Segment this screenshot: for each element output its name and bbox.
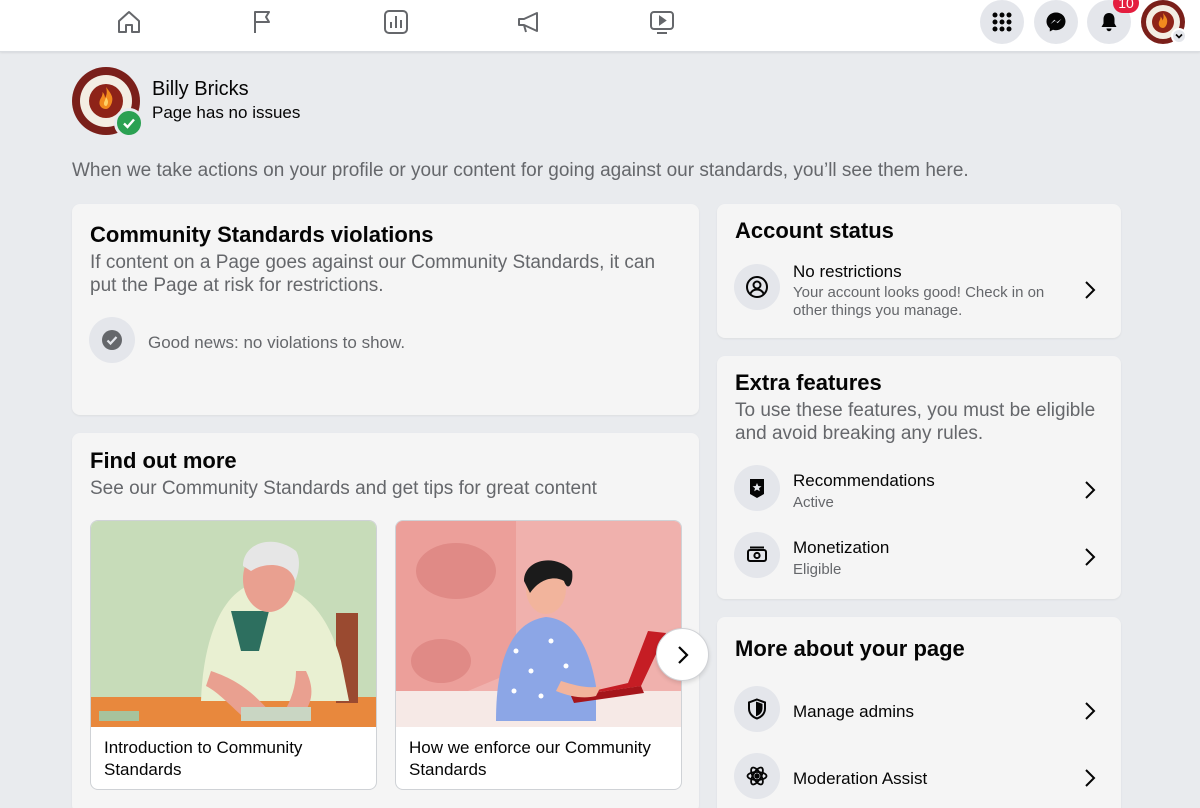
article-label-intro: Introduction to Community Standards bbox=[104, 737, 364, 781]
notifications-bell-icon[interactable]: 10 bbox=[1087, 0, 1139, 44]
article-card-enforce-standards[interactable]: How we enforce our Community Standards bbox=[395, 520, 682, 790]
chevron-down-icon bbox=[1171, 28, 1187, 44]
extra-features-title: Extra features bbox=[735, 370, 882, 395]
home-icon[interactable] bbox=[109, 6, 149, 38]
carousel-next-button[interactable] bbox=[656, 628, 709, 681]
recommendations-title[interactable]: Recommendations bbox=[793, 471, 935, 491]
no-restrictions-title[interactable]: No restrictions bbox=[793, 262, 902, 282]
page-status: Page has no issues bbox=[152, 103, 301, 122]
extra-features-description-line2: and avoid breaking any rules. bbox=[735, 423, 984, 444]
account-status-title: Account status bbox=[735, 218, 894, 243]
account-status-card: Account status No restrictions Your acco… bbox=[717, 204, 1121, 338]
no-restrictions-sub-line1: Your account looks good! Check in on bbox=[793, 284, 1045, 301]
article-label-intro-line1: Introduction to Community bbox=[104, 738, 303, 757]
extra-features-card: Extra features To use these features, yo… bbox=[717, 356, 1121, 599]
chevron-right-icon[interactable] bbox=[1080, 478, 1100, 502]
top-navigation-bar: 10 bbox=[0, 0, 1200, 52]
article-label-intro-line2: Standards bbox=[104, 760, 182, 779]
find-out-more-title: Find out more bbox=[90, 448, 237, 473]
more-about-page-title: More about your page bbox=[735, 636, 965, 661]
user-circle-icon bbox=[734, 264, 780, 310]
monetization-title[interactable]: Monetization bbox=[793, 538, 889, 558]
video-icon[interactable] bbox=[642, 6, 682, 38]
chevron-right-icon[interactable] bbox=[1080, 699, 1100, 723]
account-avatar[interactable] bbox=[1141, 0, 1187, 44]
menu-grid-icon[interactable] bbox=[980, 0, 1024, 44]
flag-icon[interactable] bbox=[242, 6, 282, 38]
moderation-assist-atom-icon bbox=[734, 753, 780, 799]
monetization-cash-icon bbox=[734, 532, 780, 578]
page-name: Billy Bricks bbox=[152, 78, 249, 100]
chevron-right-icon[interactable] bbox=[1080, 766, 1100, 790]
woman-laptop-illustration bbox=[396, 521, 681, 727]
violations-description-line2: put the Page at risk for restrictions. bbox=[90, 275, 384, 296]
manage-admins-title[interactable]: Manage admins bbox=[793, 702, 914, 722]
article-label-enforce-line2: Standards bbox=[409, 760, 487, 779]
no-restrictions-sub-line2: other things you manage. bbox=[793, 302, 963, 319]
chevron-right-icon[interactable] bbox=[1080, 278, 1100, 302]
more-about-page-card: More about your page Manage admins Moder… bbox=[717, 617, 1121, 808]
article-label-enforce: How we enforce our Community Standards bbox=[409, 737, 669, 781]
no-violations-text: Good news: no violations to show. bbox=[148, 333, 406, 352]
older-man-illustration bbox=[91, 521, 376, 727]
checkmark-circle-icon bbox=[89, 317, 135, 363]
insights-icon[interactable] bbox=[376, 6, 416, 38]
violations-card: Community Standards violations If conten… bbox=[72, 204, 699, 415]
violations-title: Community Standards violations bbox=[90, 222, 434, 247]
recommendations-badge-icon bbox=[734, 465, 780, 511]
find-out-more-card: Find out more See our Community Standard… bbox=[72, 433, 699, 808]
extra-features-description-line1: To use these features, you must be eligi… bbox=[735, 400, 1096, 421]
article-card-intro-standards[interactable]: Introduction to Community Standards bbox=[90, 520, 377, 790]
messenger-icon[interactable] bbox=[1034, 0, 1078, 44]
violations-description-line1: If content on a Page goes against our Co… bbox=[90, 252, 656, 273]
intro-text: When we take actions on your profile or … bbox=[72, 160, 969, 181]
verified-check-icon bbox=[114, 108, 144, 138]
recommendations-status: Active bbox=[793, 494, 834, 511]
megaphone-icon[interactable] bbox=[509, 6, 549, 38]
monetization-status: Eligible bbox=[793, 561, 842, 578]
chevron-right-icon[interactable] bbox=[1080, 545, 1100, 569]
moderation-assist-title[interactable]: Moderation Assist bbox=[793, 769, 927, 789]
shield-icon bbox=[734, 686, 780, 732]
notification-count-badge: 10 bbox=[1113, 0, 1139, 13]
find-out-more-description: See our Community Standards and get tips… bbox=[90, 478, 597, 499]
chevron-right-icon bbox=[677, 645, 689, 664]
article-label-enforce-line1: How we enforce our Community bbox=[409, 738, 651, 757]
